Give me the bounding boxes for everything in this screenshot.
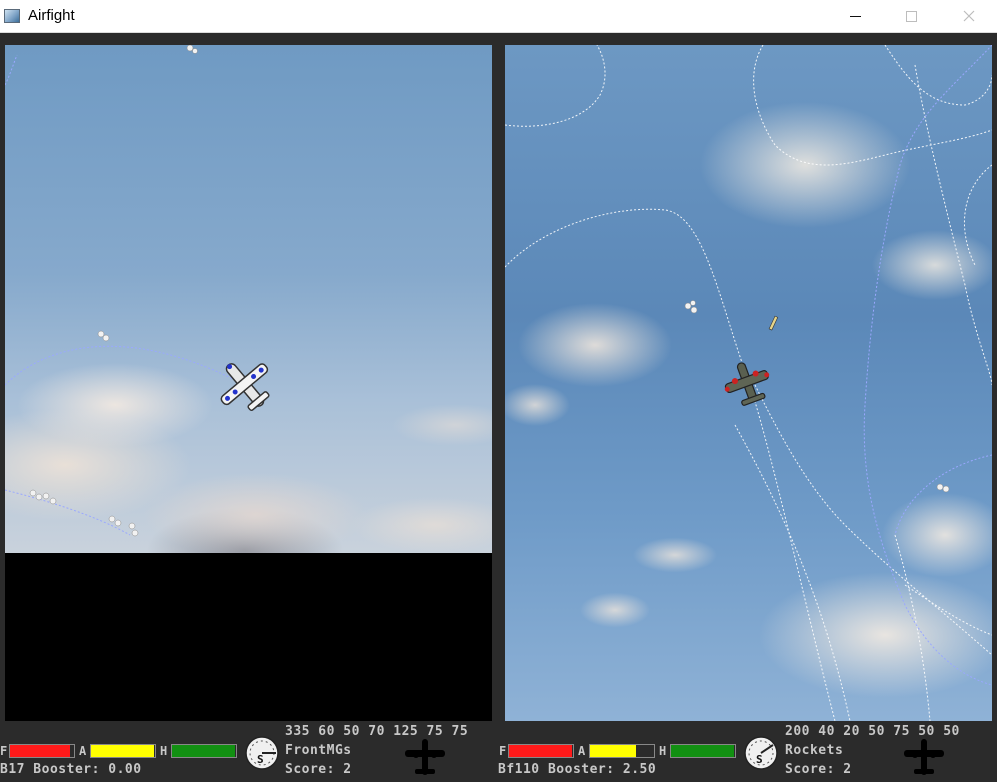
puff-icon: [29, 45, 198, 537]
bf110-fighter-icon: [724, 362, 770, 406]
player2-fuel-bar: [508, 744, 574, 758]
player1-trails: [5, 45, 270, 537]
maximize-button[interactable]: [882, 0, 940, 32]
player2-fuel-label: F: [499, 744, 507, 758]
title-bar: Airfight: [0, 0, 997, 33]
player2-gauge-label: S: [756, 753, 763, 766]
player1-fuel-label: F: [0, 744, 8, 758]
plane-silhouette-icon: [904, 739, 944, 775]
player1-ammo-label: A: [79, 744, 87, 758]
player1-fuel-fill: [10, 745, 70, 757]
b17-bomber-icon: [220, 363, 270, 412]
player1-viewport: [5, 45, 492, 721]
maximize-icon: [905, 10, 917, 22]
player1-fuel-bar: [9, 744, 75, 758]
player2-ammo-label: A: [578, 744, 586, 758]
window-title: Airfight: [28, 7, 75, 24]
player1-hud: 335 60 50 70 125 75 75 F A H S FrontMGs …: [0, 722, 497, 782]
player2-speed-gauge-icon: S: [744, 736, 778, 770]
player2-health-label: H: [659, 744, 667, 758]
close-button[interactable]: [940, 0, 997, 32]
player2-health-bar: [670, 744, 736, 758]
player1-score: Score: 2: [285, 762, 352, 777]
player1-health-label: H: [160, 744, 168, 758]
player1-health-fill: [172, 745, 235, 757]
player2-hud: 200 40 20 50 75 50 50 F A H S Rockets Bf…: [497, 722, 997, 782]
player2-fuel-fill: [509, 745, 572, 757]
player1-speed-gauge-icon: S: [245, 736, 279, 770]
player2-plane-booster: Bf110 Booster: 2.50: [498, 762, 657, 777]
player2-ammo-bar: [589, 744, 655, 758]
player2-health-fill: [671, 745, 734, 757]
player1-weapon: FrontMGs: [285, 743, 352, 758]
player2-viewport: [505, 45, 992, 721]
rocket-icon: [768, 315, 779, 331]
puff-icon: [684, 300, 950, 493]
player1-health-bar: [171, 744, 237, 758]
plane-silhouette-icon: [405, 739, 445, 775]
minimize-button[interactable]: [826, 0, 884, 32]
player1-plane-booster: B17 Booster: 0.00: [0, 762, 142, 777]
player2-weapon: Rockets: [785, 743, 844, 758]
app-icon: [4, 9, 20, 23]
close-icon: [963, 10, 975, 22]
player1-ammo-fill: [91, 745, 154, 757]
player1-gauge-label: S: [257, 753, 264, 766]
player1-ammo-bar: [90, 744, 156, 758]
player2-score: Score: 2: [785, 762, 852, 777]
minimize-icon: [849, 15, 861, 17]
player2-ammo-fill: [590, 745, 637, 757]
player2-trails: [505, 45, 992, 721]
